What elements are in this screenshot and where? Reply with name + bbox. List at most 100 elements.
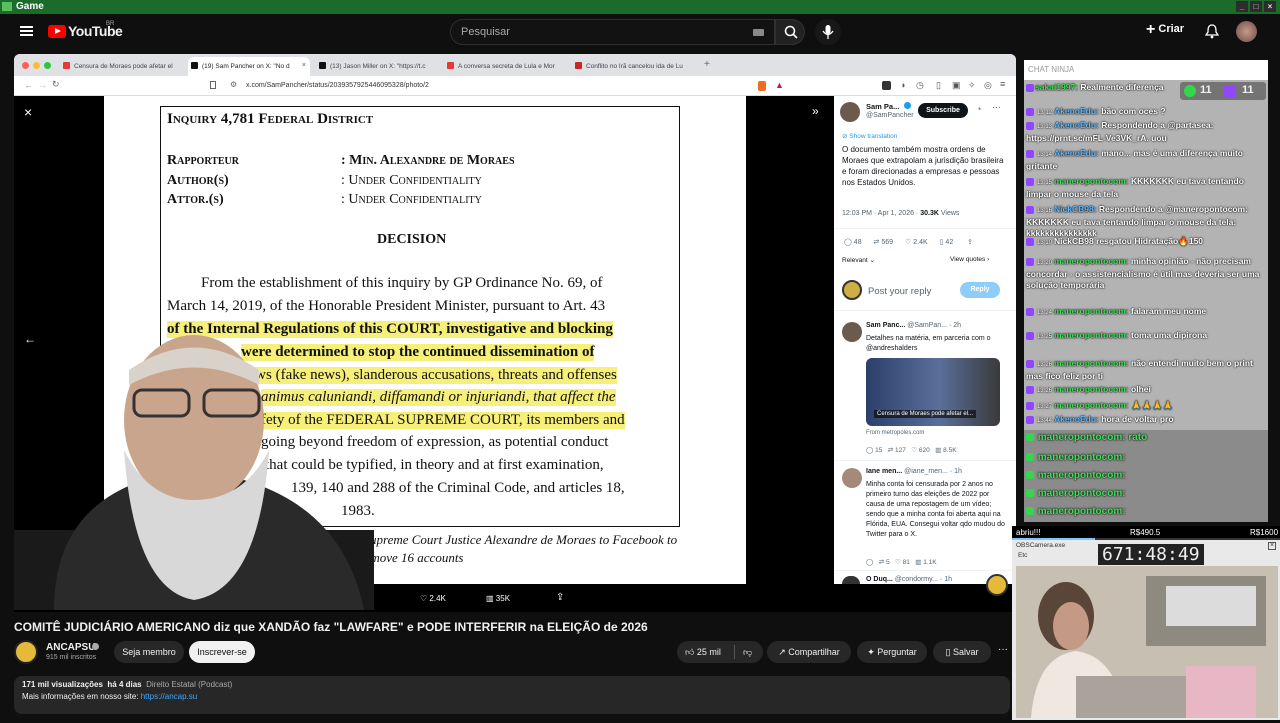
collapse-sidebar-icon[interactable]: »: [812, 104, 819, 118]
hamburger-menu-icon[interactable]: [20, 26, 33, 36]
camera-menu[interactable]: Etc: [1018, 552, 1027, 559]
reply-avatar[interactable]: [842, 322, 862, 342]
extension-icon[interactable]: ◑: [900, 80, 905, 90]
browser-tab-active[interactable]: (19) Sam Pancher on X: "No d ×: [188, 57, 310, 76]
minimize-button[interactable]: _: [1236, 1, 1248, 12]
author-name[interactable]: Sam Pa...: [866, 102, 899, 111]
camera-close-icon[interactable]: ×: [1268, 542, 1276, 550]
search-button[interactable]: [775, 19, 805, 45]
tab-close-icon[interactable]: ×: [302, 62, 306, 69]
reply-input[interactable]: Post your reply: [868, 286, 931, 297]
chat-username[interactable]: NickCB98:: [1054, 204, 1097, 214]
extension-icon[interactable]: [882, 81, 891, 90]
reply-avatar[interactable]: [842, 576, 860, 584]
view-quotes-link[interactable]: View quotes ›: [950, 256, 989, 263]
share-icon: ↗: [778, 647, 786, 657]
video-description[interactable]: 171 mil visualizações há 4 dias Direito …: [14, 676, 1010, 714]
reply-time: 1h: [944, 576, 952, 583]
thumbs-down-icon[interactable]: 👎︎: [743, 641, 752, 663]
url-text[interactable]: x.com/SamPancher/status/2039357925446095…: [246, 82, 429, 89]
profile-icon[interactable]: ◎: [984, 80, 992, 91]
reply-author[interactable]: Sam Panc...: [866, 322, 905, 329]
wallet-icon[interactable]: ▣: [952, 80, 961, 91]
minimize-dot[interactable]: [33, 62, 40, 69]
browser-tab[interactable]: (13) Jason Miller on X: "https://t.c: [316, 57, 438, 76]
subscribe-button[interactable]: Subscribe: [918, 103, 968, 118]
menu-icon[interactable]: ≡: [1000, 79, 1005, 89]
subscribe-button[interactable]: Inscrever-se: [189, 641, 255, 663]
repost-icon[interactable]: ⇄: [874, 239, 880, 246]
chat-username[interactable]: maneropontocom:: [1054, 384, 1129, 394]
close-dot[interactable]: [22, 62, 29, 69]
notifications-bell-icon[interactable]: [1205, 24, 1219, 39]
maximize-button[interactable]: □: [1250, 1, 1262, 12]
sidebar-icon[interactable]: ▯: [936, 80, 941, 91]
grok-icon[interactable]: ◔: [976, 104, 981, 114]
my-avatar: [842, 280, 862, 300]
share-button[interactable]: ↗ Compartilhar: [767, 641, 851, 663]
reply-button[interactable]: Reply: [960, 282, 1000, 298]
chat-username[interactable]: maneropontocom:: [1054, 400, 1129, 410]
close-viewer-icon[interactable]: ×: [24, 104, 32, 120]
chat-timestamp: 13:44: [1037, 418, 1053, 424]
ask-button[interactable]: ✦ Perguntar: [857, 641, 927, 663]
chat-username[interactable]: maneropontocom:: [1054, 256, 1129, 266]
save-button[interactable]: ▯ Salvar: [933, 641, 991, 663]
share-icon[interactable]: ⇪: [967, 239, 973, 246]
author-avatar[interactable]: [840, 102, 860, 122]
user-avatar[interactable]: [1236, 21, 1257, 42]
chat-username[interactable]: maneropontocom:: [1054, 306, 1129, 316]
like-icon[interactable]: ♡: [905, 239, 911, 246]
new-tab-button[interactable]: +: [704, 59, 710, 70]
chat-username[interactable]: AkenoEdu:: [1054, 120, 1099, 130]
more-options-icon[interactable]: ···: [992, 102, 1001, 112]
extension-icon[interactable]: ◷: [916, 80, 924, 91]
sort-relevant-dropdown[interactable]: Relevant ⌄: [842, 256, 875, 264]
close-window-button[interactable]: ×: [1264, 1, 1276, 12]
video-category[interactable]: Direito Estatal (Podcast): [146, 680, 232, 689]
voice-search-button[interactable]: [815, 19, 841, 45]
bookmark-icon[interactable]: [210, 81, 216, 89]
zoom-dot[interactable]: [44, 62, 51, 69]
brave-shield-icon[interactable]: [758, 81, 766, 91]
join-button[interactable]: Seja membro: [114, 641, 184, 663]
reply-author[interactable]: O Duq...: [866, 576, 893, 583]
link-card[interactable]: Censura de Moraes pode afetar el...: [866, 358, 1000, 426]
site-info-icon[interactable]: ⚙: [230, 80, 237, 89]
viewer-views[interactable]: ▥ 35K: [486, 594, 510, 603]
channel-avatar[interactable]: [14, 640, 38, 664]
subscriber-count: 915 mil inscritos: [46, 654, 97, 661]
chat-username[interactable]: maneropontocom:: [1054, 358, 1129, 368]
create-button[interactable]: + Criar: [1146, 21, 1191, 43]
website-link[interactable]: https://ancap.su: [141, 692, 197, 701]
browser-tab[interactable]: A conversa secreta de Lula e Mor: [444, 57, 566, 76]
like-button[interactable]: 👍︎ 25 mil 👎︎: [677, 641, 763, 663]
bookmark-icon[interactable]: ▯: [940, 239, 944, 246]
reply-author[interactable]: Iane men...: [866, 468, 902, 475]
reload-icon[interactable]: ↻: [52, 79, 60, 90]
chat-username[interactable]: maneropontocom:: [1054, 176, 1129, 186]
keyboard-icon[interactable]: [753, 29, 764, 36]
browser-tab[interactable]: Conflito no Irã cancelou ida de Lu: [572, 57, 694, 76]
chat-username[interactable]: AkenoEdu:: [1054, 148, 1099, 158]
chat-username[interactable]: AkenoEdu:: [1054, 106, 1099, 116]
more-actions-icon[interactable]: ···: [998, 644, 1008, 655]
forward-arrow-icon[interactable]: →: [38, 80, 47, 90]
back-arrow-icon[interactable]: ←: [24, 80, 33, 90]
reply-icon[interactable]: ◯: [844, 239, 852, 246]
search-input[interactable]: Pesquisar: [450, 19, 775, 45]
os-title-bar: Game _ □ ×: [0, 0, 1280, 14]
chat-username[interactable]: AkenoEdu:: [1054, 414, 1099, 424]
channel-name[interactable]: ANCAPSU: [46, 642, 95, 653]
viewer-like[interactable]: ♡ 2.4K: [420, 594, 446, 603]
viewer-share-icon[interactable]: ⇪: [556, 592, 564, 603]
rewards-icon[interactable]: ▲: [775, 80, 784, 90]
youtube-logo-icon[interactable]: [48, 25, 66, 38]
chat-username[interactable]: maneropontocom:: [1054, 330, 1129, 340]
reply-avatar[interactable]: [842, 468, 862, 488]
browser-tab[interactable]: Censura de Moraes pode afetar el: [60, 57, 182, 76]
chat-username[interactable]: sakai1997:: [1035, 82, 1078, 92]
author-handle[interactable]: @SamPancher: [866, 112, 914, 119]
puzzle-icon[interactable]: ✧: [968, 80, 976, 91]
show-translation-link[interactable]: ⊘ Show translation: [842, 132, 897, 140]
